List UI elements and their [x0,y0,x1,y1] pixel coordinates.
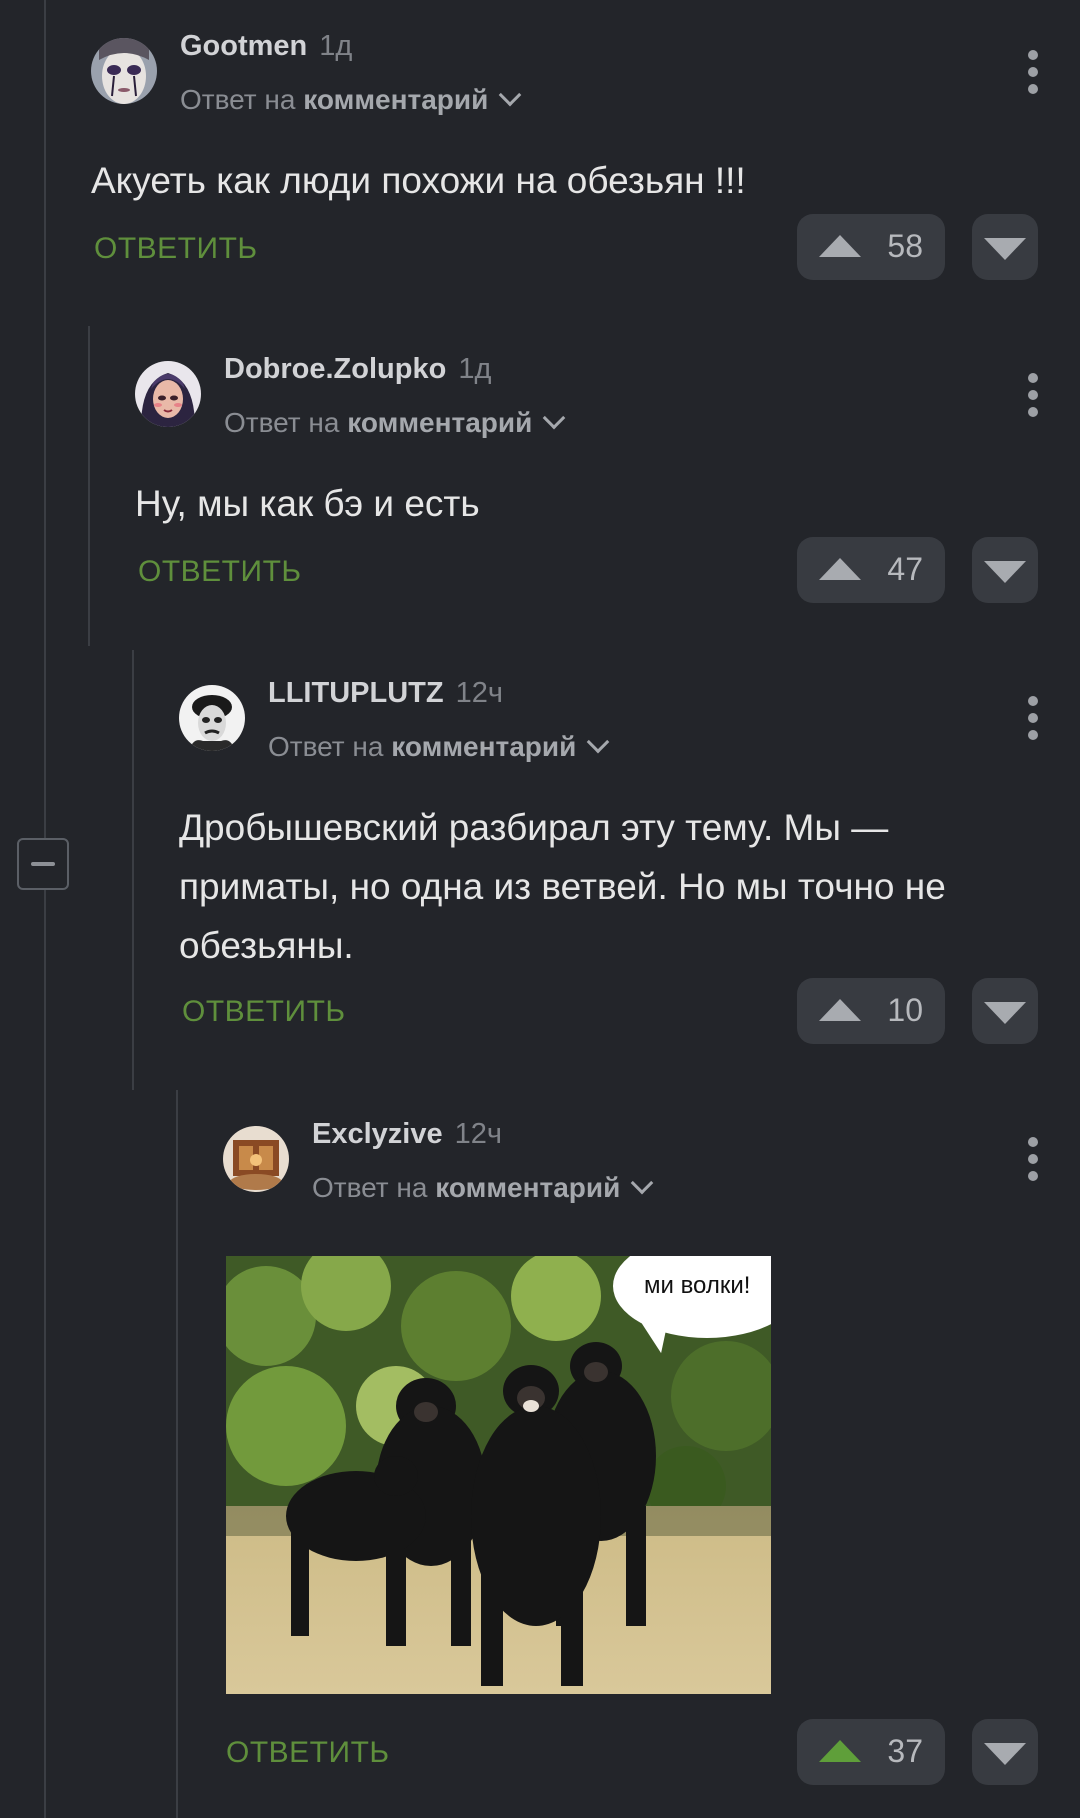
thread-line-level-4 [176,1090,178,1818]
reply-to[interactable]: Ответ на комментарий [224,406,566,439]
timestamp: 12ч [455,677,503,709]
thread-line-level-1 [44,0,46,1818]
username[interactable]: Gootmen 1д [180,30,352,63]
comment-thread: Gootmen 1д Ответ на комментарий Акуеть ка… [0,0,1080,1818]
username-text[interactable]: LLITUPLUTZ [268,677,444,709]
comment-text: Ну, мы как бэ и есть [135,483,480,524]
reply-target-link[interactable]: комментарий [435,1172,620,1203]
speech-bubble-tail [627,1312,669,1354]
chevron-down-icon[interactable] [587,730,610,754]
rating-count: 37 [887,1733,923,1769]
more-options-icon[interactable] [1028,50,1038,94]
upvote-button[interactable]: 58 [797,214,945,280]
comment-text: Акуеть как люди похожи на обезьян !!! [91,160,746,201]
reply-target-link[interactable]: комментарий [347,407,532,438]
speech-bubble-text: ми волки! [644,1272,751,1299]
reply-target-link[interactable]: комментарий [391,731,576,762]
upvote-button[interactable]: 37 [797,1719,945,1785]
arrow-down-icon [984,1743,1026,1765]
username[interactable]: Dobroe.Zolupko 1д [224,353,491,386]
downvote-button[interactable] [972,214,1038,280]
timestamp: 12ч [454,1118,502,1150]
timestamp: 1д [458,353,492,385]
arrow-up-icon [819,235,861,257]
chevron-down-icon[interactable] [631,1171,654,1195]
reply-target-link[interactable]: комментарий [303,84,488,115]
thread-line-level-3 [132,650,134,1090]
arrow-down-icon [984,1002,1026,1024]
avatar[interactable] [223,1126,289,1192]
reply-button[interactable]: ОТВЕТИТЬ [226,1736,390,1770]
downvote-button[interactable] [972,978,1038,1044]
reply-prefix: Ответ на [180,84,296,115]
more-options-icon[interactable] [1028,373,1038,417]
rating-count: 10 [887,992,923,1028]
arrow-up-icon [819,558,861,580]
comment-image[interactable]: ми волки! [226,1256,771,1694]
more-options-icon[interactable] [1028,696,1038,740]
timestamp: 1д [319,30,353,62]
username[interactable]: Exclyzive 12ч [312,1118,502,1151]
upvote-button[interactable]: 47 [797,537,945,603]
comment-text: Дробышевский разбирал эту тему. Мы — при… [179,807,946,966]
chevron-down-icon[interactable] [543,406,566,430]
reply-button[interactable]: ОТВЕТИТЬ [138,555,302,589]
username[interactable]: LLITUPLUTZ 12ч [268,677,503,710]
avatar[interactable] [91,38,157,104]
upvote-button[interactable]: 10 [797,978,945,1044]
arrow-up-icon [819,999,861,1021]
reply-button[interactable]: ОТВЕТИТЬ [94,232,258,266]
reply-prefix: Ответ на [312,1172,428,1203]
reply-to[interactable]: Ответ на комментарий [180,83,522,116]
reply-prefix: Ответ на [224,407,340,438]
rating-count: 47 [887,551,923,587]
downvote-button[interactable] [972,537,1038,603]
downvote-button[interactable] [972,1719,1038,1785]
username-text[interactable]: Gootmen [180,30,307,62]
chevron-down-icon[interactable] [499,83,522,107]
rating-count: 58 [887,228,923,264]
reply-to[interactable]: Ответ на комментарий [268,730,610,763]
avatar[interactable] [179,685,245,751]
username-text[interactable]: Dobroe.Zolupko [224,353,446,385]
reply-prefix: Ответ на [268,731,384,762]
username-text[interactable]: Exclyzive [312,1118,443,1150]
reply-to[interactable]: Ответ на комментарий [312,1171,654,1204]
arrow-down-icon [984,238,1026,260]
thread-line-level-2 [88,326,90,646]
avatar[interactable] [135,361,201,427]
arrow-up-icon [819,1740,861,1762]
reply-button[interactable]: ОТВЕТИТЬ [182,995,346,1029]
arrow-down-icon [984,561,1026,583]
more-options-icon[interactable] [1028,1137,1038,1181]
collapse-thread-button[interactable] [17,838,69,890]
